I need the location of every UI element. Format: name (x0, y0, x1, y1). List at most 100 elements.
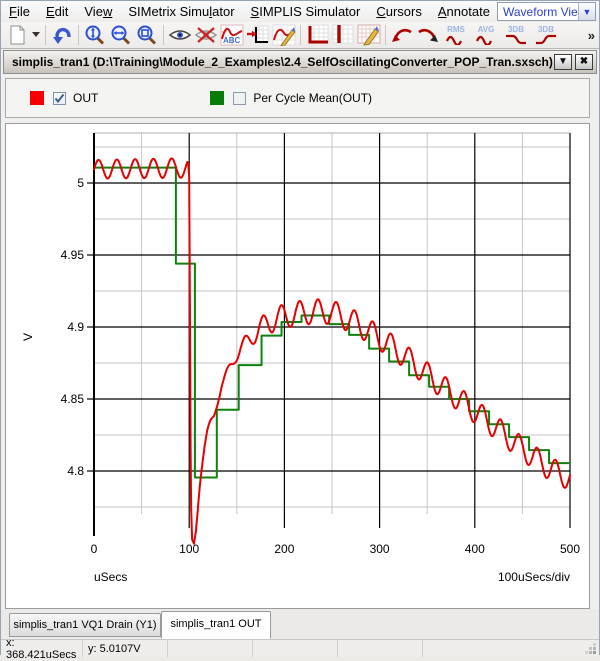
move-curve-to-axis-button[interactable] (245, 23, 271, 47)
graph-window-title: simplis_tran1 (D:\Training\Module_2_Exam… (4, 55, 554, 69)
waveform-viewer-combobox[interactable]: Waveform Viewer ▼ (497, 2, 596, 21)
chart-panel: 54.954.94.854.80100200300400500uSecs100u… (5, 123, 590, 609)
out-color-swatch (30, 91, 44, 105)
grid-pencil-icon (357, 24, 381, 46)
menu-annotate[interactable]: Annotate (430, 2, 498, 21)
menu-simetrix-simulator[interactable]: SIMetrix Simulator (120, 2, 242, 21)
new-document-icon (6, 24, 28, 46)
checkmark-icon (54, 93, 65, 104)
menu-items: FileEditViewSIMetrix SimulatorSIMPLIS Si… (1, 4, 498, 19)
combo-dropdown-arrow-icon[interactable]: ▼ (578, 3, 595, 20)
eye-icon (168, 24, 192, 46)
per-cycle-mean-checkbox[interactable] (233, 92, 246, 105)
3db-lowpass-button[interactable]: 3DB (501, 23, 531, 47)
menu-simplis-simulator[interactable]: SIMPLIS Simulator (243, 2, 369, 21)
x-axis-unit-label: uSecs (94, 570, 127, 584)
toolbar-separator (45, 25, 46, 45)
shade-window-button[interactable]: ▼ (554, 54, 572, 70)
toolbar-separator (385, 25, 386, 45)
add-axis-button[interactable] (304, 23, 330, 47)
graph-tab-bar: simplis_tran1 VQ1 Drain (Y1) simplis_tra… (1, 609, 599, 639)
toolbar-separator (300, 25, 301, 45)
annotate-curve-button[interactable]: ABC (219, 23, 245, 47)
lowpass-curve-icon (505, 34, 527, 45)
avg-label: AVG (478, 26, 495, 34)
highpass-curve-icon (535, 34, 557, 45)
toolbar-separator (163, 25, 164, 45)
y-tick-label: 4.95 (61, 248, 85, 262)
hide-curve-button[interactable] (193, 23, 219, 47)
add-grid-button[interactable] (330, 23, 356, 47)
show-curve-button[interactable] (167, 23, 193, 47)
arrow-to-axis-icon (246, 24, 270, 46)
menu-view[interactable]: View (76, 2, 120, 21)
red-swoosh-icon (390, 24, 414, 46)
undo-icon (50, 24, 74, 46)
zoom-box-button[interactable] (134, 23, 160, 47)
legend-item-out: OUT (30, 91, 98, 105)
y-tick-label: 4.8 (67, 464, 84, 478)
x-axis-scale-label: 100uSecs/div (498, 570, 570, 584)
x-tick-label: 500 (560, 542, 580, 556)
status-x-readout: x: 368.421uSecs (1, 640, 83, 657)
menu-cursors[interactable]: Cursors (368, 2, 430, 21)
y-axis-unit-label: V (21, 333, 35, 341)
menu-bar: FileEditViewSIMetrix SimulatorSIMPLIS Si… (1, 1, 599, 22)
status-y-readout: y: 5.0107V (83, 640, 168, 657)
y-tick-label: 5 (77, 176, 84, 190)
tab-vq1-drain[interactable]: simplis_tran1 VQ1 Drain (Y1) (9, 613, 161, 637)
x-tick-label: 100 (179, 542, 199, 556)
zoom-x-icon (109, 24, 133, 46)
grid-divider-icon (331, 24, 355, 46)
legend-bar: OUT Per Cycle Mean(OUT) (5, 78, 590, 118)
3db-highpass-button[interactable]: 3DB (531, 23, 561, 47)
x-tick-label: 200 (274, 542, 294, 556)
curve-pencil-icon (272, 24, 296, 46)
rms-button[interactable]: RMS (441, 23, 471, 47)
rms-label: RMS (447, 26, 465, 34)
svg-text:ABC: ABC (223, 36, 241, 45)
zoom-fit-y-button[interactable] (82, 23, 108, 47)
increase-curve-width-button[interactable] (389, 23, 415, 47)
new-document-button[interactable] (4, 23, 30, 47)
x-tick-label: 0 (91, 542, 98, 556)
out-checkbox[interactable] (53, 92, 66, 105)
curve-label-icon: ABC (220, 24, 244, 46)
3db-high-label: 3DB (538, 26, 554, 34)
dark-swoosh-icon (416, 24, 440, 46)
dropdown-arrow-icon (32, 32, 41, 38)
y-tick-label: 4.9 (67, 320, 84, 334)
legend-item-per-cycle-mean: Per Cycle Mean(OUT) (210, 91, 372, 105)
x-tick-label: 300 (370, 542, 390, 556)
status-cell (253, 640, 338, 657)
waveform-plot[interactable]: 54.954.94.854.80100200300400500uSecs100u… (6, 124, 589, 608)
avg-button[interactable]: AVG (471, 23, 501, 47)
eye-crossed-icon (194, 24, 218, 46)
3db-low-label: 3DB (508, 26, 524, 34)
per-cycle-mean-label: Per Cycle Mean(OUT) (253, 91, 372, 105)
toolbar: ABC RMS AVG (1, 22, 599, 49)
status-bar: x: 368.421uSecs y: 5.0107V (1, 639, 599, 657)
x-tick-label: 400 (465, 542, 485, 556)
zoom-y-icon (83, 24, 107, 46)
out-label: OUT (73, 91, 98, 105)
menu-file[interactable]: File (1, 2, 38, 21)
close-window-button[interactable]: ✖ (575, 54, 593, 70)
undo-button[interactable] (49, 23, 75, 47)
per-cycle-mean-color-swatch (210, 91, 224, 105)
menu-edit[interactable]: Edit (38, 2, 76, 21)
new-document-dropdown-button[interactable] (30, 23, 42, 47)
edit-curve-button[interactable] (271, 23, 297, 47)
viewer-combo-value: Waveform Viewer (498, 5, 578, 19)
resize-grip[interactable] (584, 642, 597, 655)
tab-out[interactable]: simplis_tran1 OUT (161, 611, 271, 639)
edit-grid-button[interactable] (356, 23, 382, 47)
decrease-curve-width-button[interactable] (415, 23, 441, 47)
status-cell (168, 640, 253, 657)
toolbar-separator (78, 25, 79, 45)
axis-grid-icon (305, 24, 329, 46)
status-cell (338, 640, 423, 657)
graph-window-title-bar[interactable]: simplis_tran1 (D:\Training\Module_2_Exam… (3, 50, 597, 74)
toolbar-overflow-chevron[interactable]: » (588, 28, 595, 43)
zoom-fit-x-button[interactable] (108, 23, 134, 47)
